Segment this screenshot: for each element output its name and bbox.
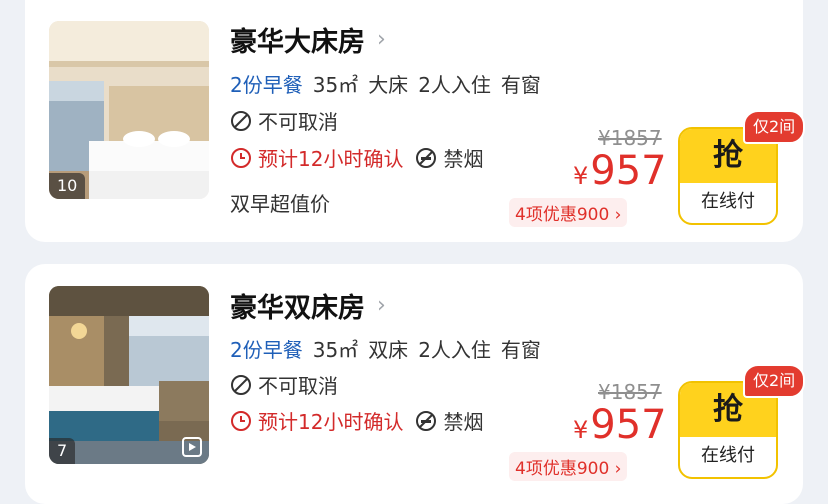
price-value: 957	[590, 148, 667, 194]
room-specs: 2份早餐 35㎡ 大床 2人入住 有窗	[230, 69, 541, 98]
video-icon	[182, 437, 202, 457]
cancel-policy: 不可取消	[230, 370, 338, 399]
room-area: 35㎡	[312, 73, 359, 97]
occupancy: 2人入住	[418, 73, 491, 97]
bed-type: 大床	[368, 73, 409, 97]
no-smoking-icon	[416, 410, 437, 431]
confirm-time: 预计12小时确认	[258, 410, 404, 434]
room-area: 35㎡	[312, 338, 359, 362]
clock-icon	[231, 410, 251, 431]
cancel-policy: 不可取消	[230, 106, 338, 135]
room-title[interactable]: 豪华双床房 ›	[230, 286, 386, 325]
currency-symbol: ¥	[573, 162, 589, 190]
room-specs: 2份早餐 35㎡ 双床 2人入住 有窗	[230, 334, 541, 363]
chevron-right-icon: ›	[377, 27, 386, 52]
cancel-policy-text: 不可取消	[258, 110, 338, 134]
breakfast-info: 2份早餐	[230, 338, 303, 362]
window-info: 有窗	[500, 338, 541, 362]
occupancy: 2人入住	[418, 338, 491, 362]
pay-online-label: 在线付	[701, 191, 755, 212]
current-price: ¥ 957	[573, 148, 667, 194]
cancel-policy-text: 不可取消	[258, 374, 338, 398]
no-cancel-icon	[231, 110, 251, 131]
confirm-row: 预计12小时确认 禁烟	[230, 143, 483, 172]
breakfast-info: 2份早餐	[230, 73, 303, 97]
room-name: 豪华大床房	[230, 27, 365, 58]
photo-count: 7	[49, 438, 76, 464]
confirm-row: 预计12小时确认 禁烟	[230, 406, 483, 435]
currency-symbol: ¥	[573, 416, 589, 444]
pay-online-label: 在线付	[701, 445, 755, 466]
no-cancel-icon	[231, 374, 251, 395]
price-value: 957	[590, 402, 667, 448]
smoking-policy: 禁烟	[443, 147, 484, 171]
room-card[interactable]: 10 豪华大床房 › 2份早餐 35㎡ 大床 2人入住 有窗 不可取消 预计12…	[25, 0, 806, 242]
no-smoking-icon	[416, 147, 437, 168]
clock-icon	[231, 147, 251, 168]
current-price: ¥ 957	[573, 402, 667, 448]
original-price: ¥1857	[598, 380, 662, 404]
bed-type: 双床	[368, 338, 409, 362]
photo-count: 10	[49, 173, 86, 199]
smoking-policy: 禁烟	[443, 410, 484, 434]
promo-discount-link[interactable]: 4项优惠900 ›	[509, 452, 628, 481]
chevron-right-icon: ›	[377, 293, 386, 318]
original-price: ¥1857	[598, 126, 662, 150]
room-card[interactable]: 7 豪华双床房 › 2份早餐 35㎡ 双床 2人入住 有窗 不可取消 预计12小…	[25, 264, 806, 504]
room-photo[interactable]: 10	[49, 21, 209, 199]
window-info: 有窗	[500, 73, 541, 97]
room-photo[interactable]: 7	[49, 286, 209, 464]
rate-tagline: 双早超值价	[230, 192, 330, 216]
stock-badge: 仅2间	[743, 110, 806, 144]
promo-discount-link[interactable]: 4项优惠900 ›	[509, 198, 628, 227]
room-title[interactable]: 豪华大床房 ›	[230, 20, 386, 59]
room-name: 豪华双床房	[230, 293, 365, 324]
confirm-time: 预计12小时确认	[258, 147, 404, 171]
stock-badge: 仅2间	[743, 364, 806, 398]
